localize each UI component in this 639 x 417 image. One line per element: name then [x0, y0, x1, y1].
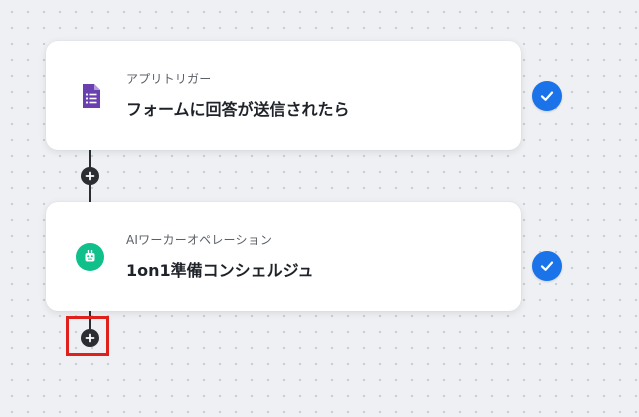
step-status-badge	[532, 81, 562, 111]
step-title: 1on1準備コンシェルジュ	[126, 261, 314, 280]
step-title: フォームに回答が送信されたら	[126, 100, 350, 119]
add-step-button[interactable]	[81, 167, 99, 185]
ai-worker-icon	[75, 242, 105, 272]
plus-icon	[85, 171, 95, 181]
step-type-label: AIワーカーオペレーション	[126, 233, 273, 247]
highlight-annotation	[66, 316, 109, 356]
step-card-ai-worker[interactable]: AIワーカーオペレーション 1on1準備コンシェルジュ	[46, 202, 521, 311]
workflow-canvas: アプリトリガー フォームに回答が送信されたら AIワーカーオペレーション 1on	[0, 0, 639, 417]
step-status-badge	[532, 251, 562, 281]
google-forms-icon	[75, 81, 105, 111]
check-icon	[540, 261, 554, 271]
step-type-label: アプリトリガー	[126, 72, 212, 86]
check-icon	[540, 91, 554, 101]
step-card-trigger[interactable]: アプリトリガー フォームに回答が送信されたら	[46, 41, 521, 150]
